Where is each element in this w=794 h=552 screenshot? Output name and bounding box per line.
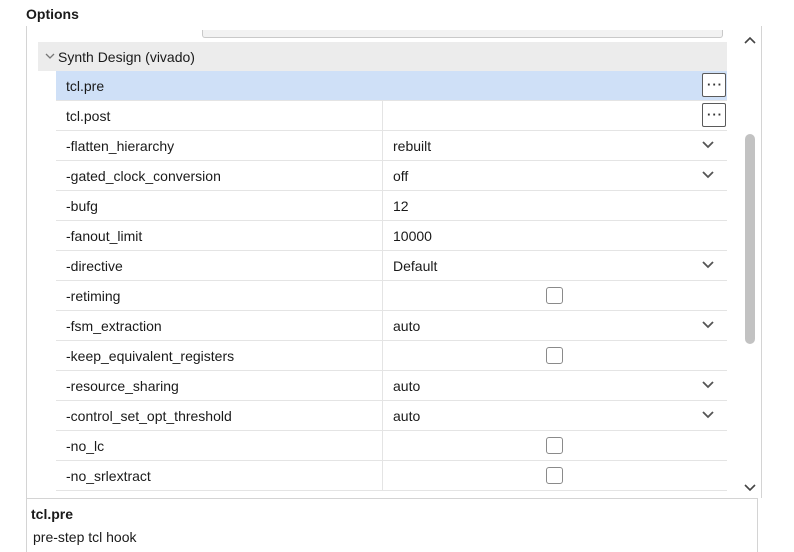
option-name: -no_srlextract xyxy=(66,468,151,484)
option-row[interactable]: tcl.pre ··· xyxy=(56,71,727,101)
chevron-down-icon[interactable] xyxy=(701,380,715,390)
option-checkbox[interactable] xyxy=(546,287,563,304)
horizontal-scrollbar[interactable] xyxy=(202,30,723,38)
option-value-cell[interactable] xyxy=(382,281,727,310)
option-row[interactable]: -control_set_opt_threshold auto xyxy=(56,401,727,431)
description-title: tcl.pre xyxy=(31,506,74,522)
option-value: auto xyxy=(393,378,421,394)
option-name: -gated_clock_conversion xyxy=(66,168,221,184)
option-row[interactable]: -no_lc xyxy=(56,431,727,461)
option-checkbox[interactable] xyxy=(546,437,563,454)
option-name: tcl.pre xyxy=(66,78,105,94)
option-value-cell[interactable] xyxy=(382,341,727,370)
option-value: 10000 xyxy=(393,228,432,244)
option-name: -fsm_extraction xyxy=(66,318,162,334)
option-row[interactable]: -flatten_hierarchy rebuilt xyxy=(56,131,727,161)
option-row[interactable]: tcl.post ··· xyxy=(56,101,727,131)
chevron-down-icon[interactable] xyxy=(701,170,715,180)
option-value-cell[interactable] xyxy=(382,431,727,460)
group-synth-design[interactable]: Synth Design (vivado) xyxy=(38,42,727,71)
option-value-cell[interactable]: 12 xyxy=(382,191,727,220)
option-value: off xyxy=(393,168,409,184)
option-name: -fanout_limit xyxy=(66,228,143,244)
ellipsis-icon: ··· xyxy=(707,77,723,92)
options-header: Options xyxy=(0,0,794,28)
option-name: -resource_sharing xyxy=(66,378,179,394)
chevron-down-icon[interactable] xyxy=(701,320,715,330)
option-row[interactable]: -no_srlextract xyxy=(56,461,727,491)
option-row[interactable]: -directive Default xyxy=(56,251,727,281)
option-value-cell[interactable]: auto xyxy=(382,401,727,430)
option-value-cell[interactable]: off xyxy=(382,161,727,190)
option-value-cell[interactable]: auto xyxy=(382,371,727,400)
option-value-cell[interactable]: rebuilt xyxy=(382,131,727,160)
group-label: Synth Design (vivado) xyxy=(58,49,195,65)
chevron-down-icon[interactable] xyxy=(743,482,757,494)
option-name: -control_set_opt_threshold xyxy=(66,408,232,424)
chevron-down-icon[interactable] xyxy=(701,260,715,270)
option-name: -bufg xyxy=(66,198,98,214)
option-name: tcl.post xyxy=(66,108,111,124)
option-name: -no_lc xyxy=(66,438,105,454)
option-checkbox[interactable] xyxy=(546,467,563,484)
option-checkbox[interactable] xyxy=(546,347,563,364)
option-value-cell[interactable]: ··· xyxy=(382,101,727,130)
option-value-cell[interactable]: 10000 xyxy=(382,221,727,250)
option-row[interactable]: -bufg 12 xyxy=(56,191,727,221)
option-value-cell[interactable]: auto xyxy=(382,311,727,340)
panel-title: Options xyxy=(26,6,79,22)
option-value: auto xyxy=(393,408,421,424)
chevron-up-icon[interactable] xyxy=(743,34,757,46)
option-name: -directive xyxy=(66,258,123,274)
vertical-scrollbar[interactable] xyxy=(741,30,759,498)
browse-button[interactable]: ··· xyxy=(702,103,726,127)
option-name: -flatten_hierarchy xyxy=(66,138,175,154)
option-row[interactable]: -fanout_limit 10000 xyxy=(56,221,727,251)
option-value-cell[interactable]: ··· xyxy=(382,71,727,100)
browse-button[interactable]: ··· xyxy=(702,73,726,97)
option-row[interactable]: -retiming xyxy=(56,281,727,311)
option-value: auto xyxy=(393,318,421,334)
option-row[interactable]: -keep_equivalent_registers xyxy=(56,341,727,371)
option-value: Default xyxy=(393,258,438,274)
chevron-down-icon[interactable] xyxy=(701,410,715,420)
option-row[interactable]: -resource_sharing auto xyxy=(56,371,727,401)
options-grid: tcl.pre ··· tcl.post ··· -flatten_hierarchy r… xyxy=(56,71,727,491)
description-text: pre-step tcl hook xyxy=(33,529,137,545)
option-value: 12 xyxy=(393,198,409,214)
option-row[interactable]: -fsm_extraction auto xyxy=(56,311,727,341)
description-pane: tcl.pre pre-step tcl hook xyxy=(26,498,758,552)
option-name: -retiming xyxy=(66,288,121,304)
option-value: rebuilt xyxy=(393,138,432,154)
option-value-cell[interactable]: Default xyxy=(382,251,727,280)
option-row[interactable]: -gated_clock_conversion off xyxy=(56,161,727,191)
option-value-cell[interactable] xyxy=(382,461,727,490)
chevron-down-icon[interactable] xyxy=(701,140,715,150)
chevron-down-icon[interactable] xyxy=(44,50,56,62)
option-name: -keep_equivalent_registers xyxy=(66,348,235,364)
scrollbar-thumb[interactable] xyxy=(745,134,755,344)
ellipsis-icon: ··· xyxy=(707,107,723,122)
